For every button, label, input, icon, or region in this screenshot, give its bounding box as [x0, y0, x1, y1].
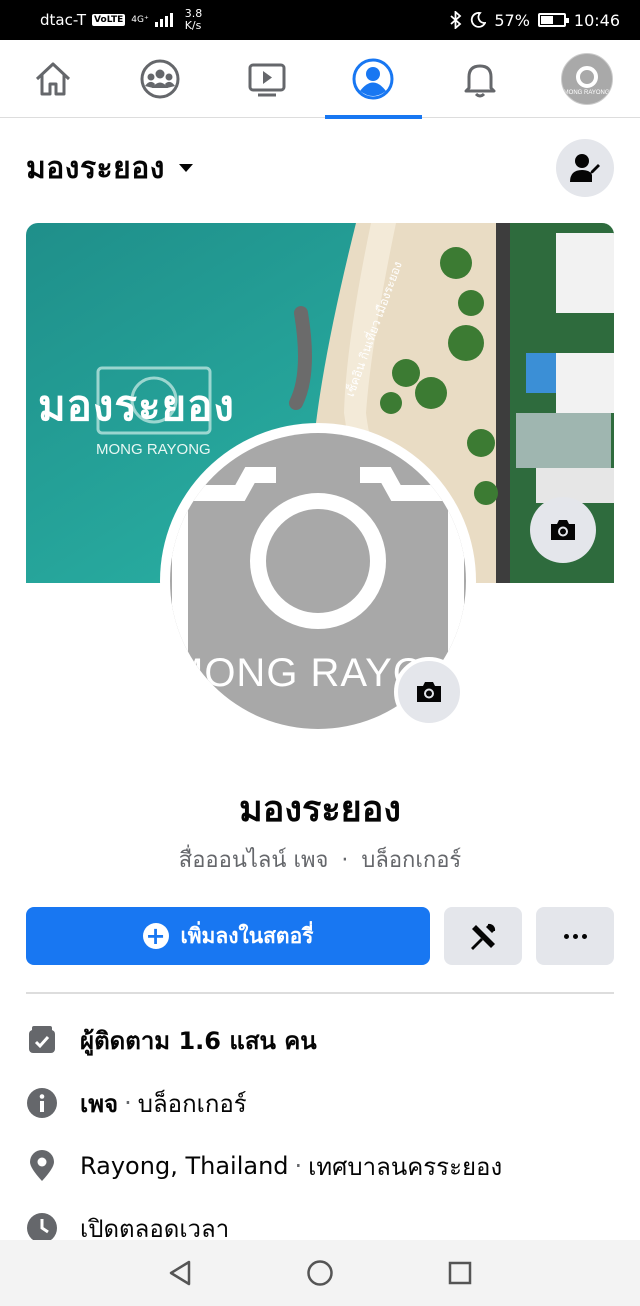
followers-icon	[26, 1024, 58, 1056]
page-type-row: เพจ · บล็อกเกอร์	[26, 1083, 614, 1123]
avatar-text: MONG RAYONG	[563, 89, 610, 96]
battery-icon	[537, 13, 569, 27]
info-icon	[26, 1087, 58, 1119]
category-2: บล็อกเกอร์	[361, 848, 462, 873]
back-icon[interactable]	[167, 1259, 193, 1287]
tab-menu[interactable]: MONG RAYONG	[538, 40, 635, 118]
top-nav: MONG RAYONG	[0, 40, 640, 119]
add-to-story-label: เพิ่มลงในสตอรี่	[180, 923, 314, 948]
camera-icon	[417, 682, 441, 702]
speed-unit: K/s	[184, 19, 202, 32]
edit-profile-button[interactable]	[556, 139, 614, 197]
bluetooth-icon	[450, 11, 462, 29]
recents-icon[interactable]	[447, 1260, 473, 1286]
volte-badge: VoLTE	[92, 14, 126, 26]
battery-percent: 57%	[494, 10, 530, 30]
location-pin-icon	[26, 1150, 58, 1182]
cover-logo-text: มองระยอง	[38, 381, 235, 430]
change-profile-picture-button[interactable]	[394, 657, 464, 727]
user-edit-icon	[570, 154, 600, 182]
location-detail[interactable]: เทศบาลนครระยอง	[308, 1147, 502, 1186]
tab-groups[interactable]	[111, 40, 208, 118]
add-to-story-button[interactable]: + เพิ่มลงในสตอรี่	[26, 907, 430, 965]
tab-watch[interactable]	[218, 40, 315, 118]
avatar: MONG RAYONG	[560, 52, 613, 105]
page-title[interactable]: มองระยอง	[26, 145, 165, 192]
change-cover-button[interactable]	[530, 497, 596, 563]
status-bar: dtac-T VoLTE 4G⁺ 3.8 K/s 57% 10:46	[0, 0, 640, 40]
clock: 10:46	[573, 10, 620, 30]
system-nav-bar	[0, 1240, 640, 1306]
bell-icon	[464, 64, 496, 97]
tab-notifications[interactable]	[431, 40, 528, 118]
status-right: 57% 10:46	[450, 11, 620, 30]
divider	[26, 992, 614, 994]
moon-icon	[471, 12, 487, 28]
tab-home[interactable]	[5, 40, 102, 118]
camera-icon	[551, 520, 575, 540]
followers-text: ผู้ติดตาม 1.6 แสน คน	[80, 1026, 317, 1055]
home-circle-icon[interactable]	[306, 1259, 334, 1287]
network-speed: 3.8 K/s	[185, 8, 203, 32]
status-left: dtac-T VoLTE 4G⁺ 3.8 K/s	[40, 8, 202, 32]
chevron-down-icon[interactable]	[178, 164, 193, 172]
video-icon	[248, 63, 286, 96]
home-icon	[36, 62, 71, 95]
page-type[interactable]: บล็อกเกอร์	[138, 1084, 247, 1123]
groups-icon	[140, 59, 180, 98]
profile-name: มองระยอง	[239, 789, 401, 830]
network-type: 4G⁺	[131, 15, 149, 25]
signal-icon	[154, 13, 173, 27]
category-1: สื่อออนไลน์ เพจ	[178, 848, 329, 873]
carrier-label: dtac-T	[40, 11, 87, 29]
tools-icon	[471, 923, 496, 950]
page-label: เพจ	[80, 1089, 119, 1118]
plus-icon: +	[142, 923, 169, 949]
followers-row: ผู้ติดตาม 1.6 แสน คน	[26, 1020, 614, 1060]
action-bar: + เพิ่มลงในสตอรี่	[26, 907, 614, 965]
page-separator: ·	[124, 1089, 132, 1117]
more-dots-icon	[563, 933, 587, 939]
location-separator: ·	[294, 1152, 303, 1180]
avatar-lens	[575, 65, 598, 88]
profile-icon	[352, 58, 394, 99]
more-button[interactable]	[536, 907, 614, 965]
tab-profile[interactable]	[324, 40, 422, 119]
location-row: Rayong, Thailand · เทศบาลนครระยอง	[26, 1146, 614, 1186]
tools-button[interactable]	[444, 907, 522, 965]
profile-category: สื่อออนไลน์ เพจ · บล็อกเกอร์	[0, 842, 640, 877]
location-text[interactable]: Rayong, Thailand	[80, 1152, 289, 1180]
category-separator: ·	[341, 848, 349, 873]
page-header: มองระยอง	[26, 138, 614, 198]
